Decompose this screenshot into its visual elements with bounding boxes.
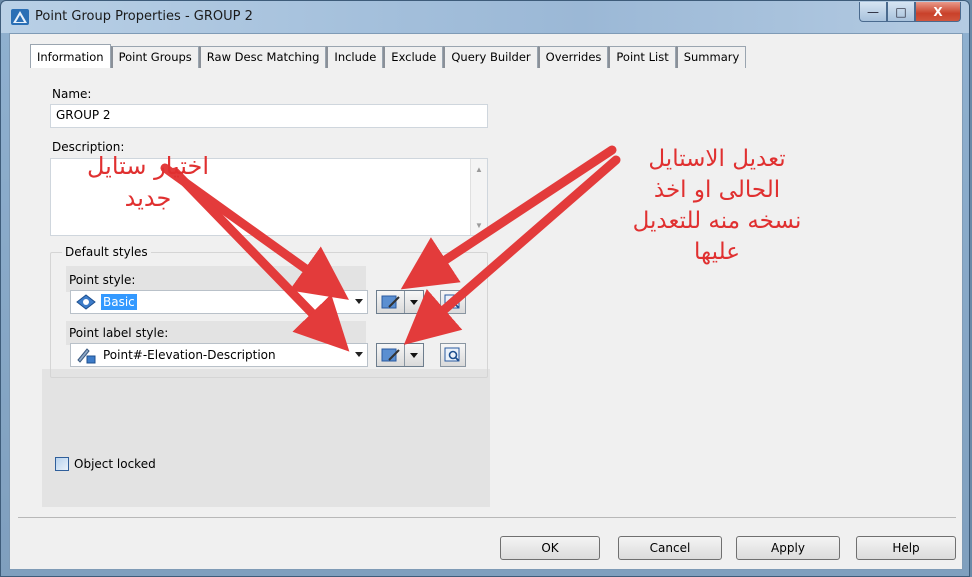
magnifier-icon [444, 294, 460, 309]
object-locked-label: Object locked [74, 457, 156, 471]
point-label-style-edit-split-button[interactable] [376, 343, 424, 367]
scroll-down-icon[interactable]: ▼ [471, 217, 487, 233]
point-label-style-dropdown[interactable]: Point#-Elevation-Description [70, 343, 368, 367]
point-style-preview-button[interactable] [440, 290, 466, 314]
tab-summary[interactable]: Summary [675, 46, 747, 68]
annotation-left-text: اختيار ستايل جديد [48, 150, 248, 215]
point-label-style-label: Point label style: [69, 326, 169, 340]
tab-query-builder[interactable]: Query Builder [443, 46, 538, 68]
tab-point-list[interactable]: Point List [608, 46, 676, 68]
minimize-icon[interactable]: — [859, 2, 887, 22]
annotation-left-line2: جديد [124, 184, 172, 213]
chevron-down-icon [355, 352, 363, 357]
close-icon[interactable]: X [915, 2, 961, 22]
annotation-left-line1: اختيار ستايل [86, 152, 210, 180]
annotation-right-line4: عليها [694, 239, 740, 266]
chevron-down-icon[interactable] [405, 344, 423, 366]
window-title: Point Group Properties - GROUP 2 [35, 9, 253, 24]
ok-button[interactable]: OK [500, 536, 600, 560]
point-label-style-value: Point#-Elevation-Description [103, 348, 276, 362]
annotation-right-line2: الحالى او اخذ [653, 177, 781, 204]
point-label-style-icon [77, 348, 96, 364]
name-field[interactable]: GROUP 2 [50, 104, 488, 128]
cancel-button[interactable]: Cancel [618, 536, 722, 560]
chevron-down-icon [355, 299, 363, 304]
scroll-up-icon[interactable]: ▲ [471, 161, 487, 177]
point-style-icon [76, 294, 96, 310]
object-locked-checkbox[interactable] [55, 457, 69, 471]
default-styles-label: Default styles [62, 245, 151, 259]
dialog-window: Point Group Properties - GROUP 2 — □ X I… [0, 0, 970, 577]
point-label-style-preview-button[interactable] [440, 343, 466, 367]
magnifier-icon [444, 347, 460, 362]
title-bar[interactable]: Point Group Properties - GROUP 2 — □ X [1, 1, 969, 33]
information-page-background [42, 369, 490, 507]
name-label: Name: [52, 87, 92, 101]
tab-strip: Information Point Groups Raw Desc Matchi… [30, 44, 747, 68]
dialog-client-area: Information Point Groups Raw Desc Matchi… [9, 33, 963, 570]
tab-exclude[interactable]: Exclude [383, 46, 444, 68]
tab-point-groups[interactable]: Point Groups [110, 46, 199, 68]
tab-include[interactable]: Include [326, 46, 384, 68]
description-scrollbar[interactable]: ▲ ▼ [470, 159, 487, 235]
help-button[interactable]: Help [856, 536, 956, 560]
annotation-right-text: تعديل الاستايل الحالى او اخذ نسخه منه لل… [582, 144, 852, 268]
point-style-edit-split-button[interactable] [376, 290, 424, 314]
chevron-down-icon[interactable] [405, 291, 423, 313]
annotation-right-line3: نسخه منه للتعديل [632, 208, 802, 235]
point-style-dropdown[interactable]: Basic [70, 290, 368, 314]
civil3d-app-icon [11, 9, 29, 25]
tab-raw-desc-matching[interactable]: Raw Desc Matching [198, 46, 327, 68]
button-row-separator [18, 517, 956, 518]
annotation-right-line1: تعديل الاستايل [648, 146, 786, 172]
tab-information[interactable]: Information [30, 44, 111, 68]
edit-style-icon[interactable] [377, 291, 405, 313]
tab-overrides[interactable]: Overrides [537, 46, 609, 68]
apply-button[interactable]: Apply [736, 536, 840, 560]
window-controls: — □ X [859, 2, 961, 22]
point-style-value: Basic [101, 294, 137, 310]
maximize-icon[interactable]: □ [887, 2, 915, 22]
point-style-label: Point style: [69, 273, 136, 287]
edit-style-icon[interactable] [377, 344, 405, 366]
